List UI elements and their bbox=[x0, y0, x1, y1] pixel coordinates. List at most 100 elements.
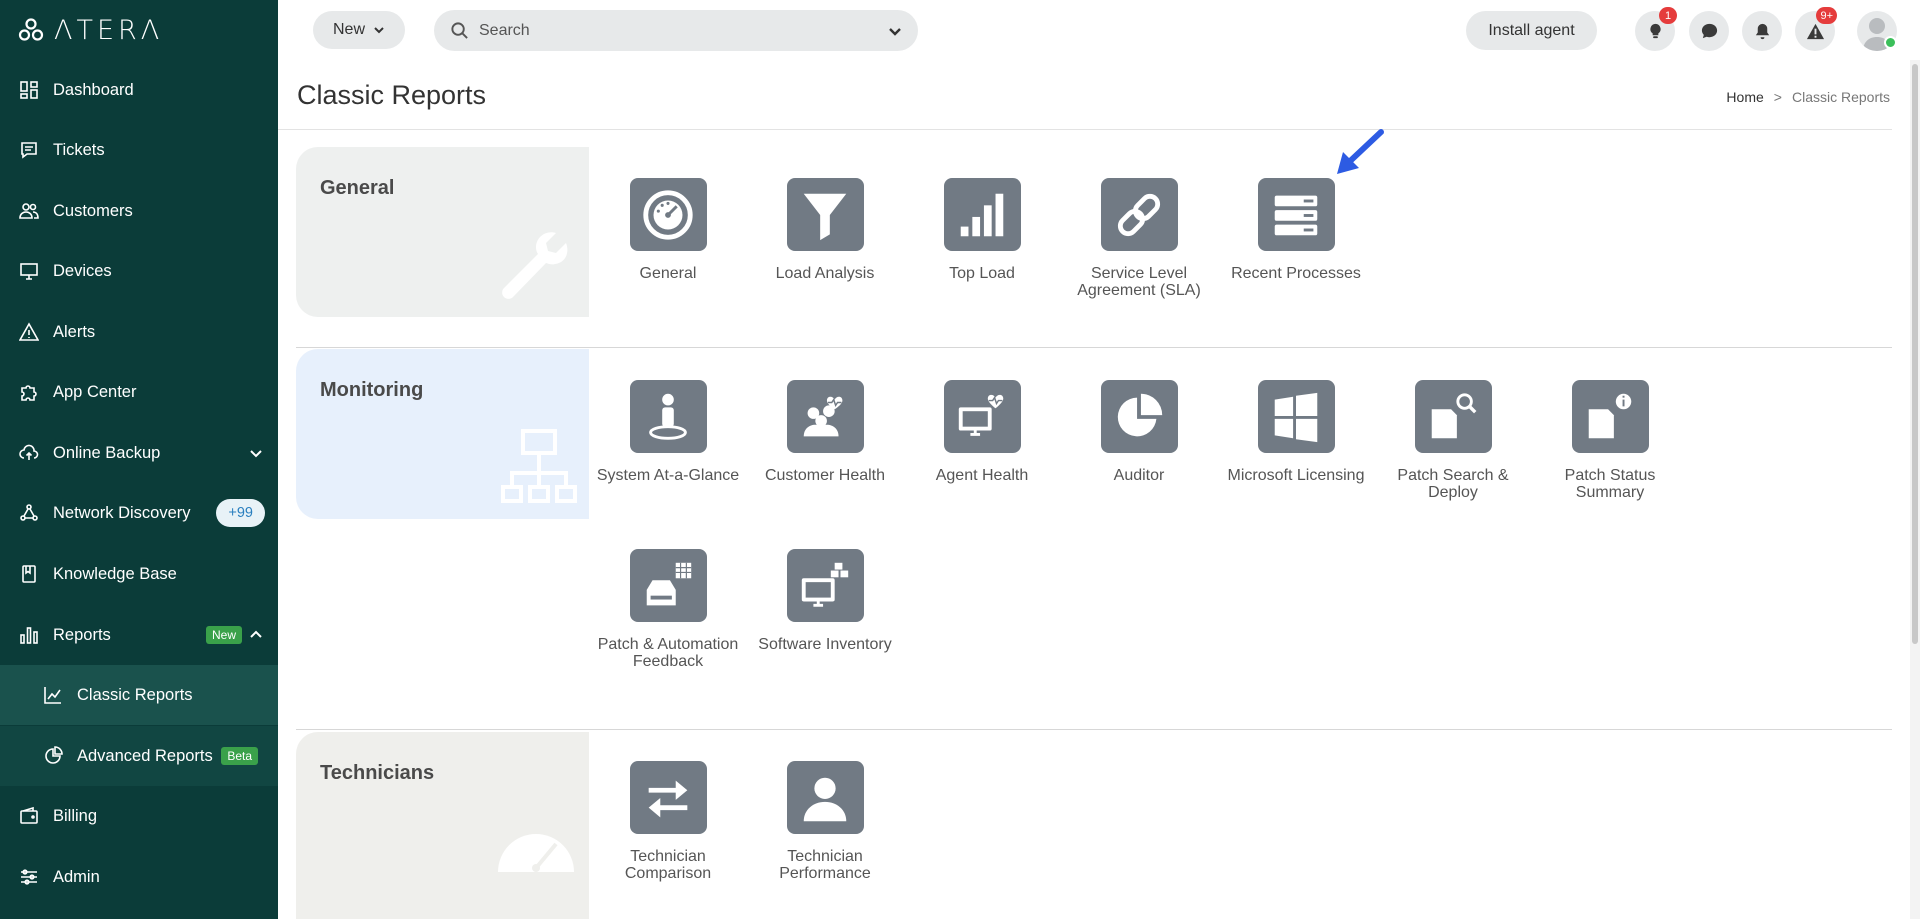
sliders-icon bbox=[18, 866, 40, 888]
sidebar-item-label: Reports bbox=[53, 625, 111, 644]
report-tile-technician-performance[interactable]: Technician Performance bbox=[747, 761, 903, 882]
sidebar-item-label: Admin bbox=[53, 867, 100, 886]
report-tile-auditor[interactable]: Auditor bbox=[1061, 380, 1217, 484]
atera-logo[interactable]: ΛTERΛ bbox=[18, 14, 163, 46]
sidebar-item-label: Tickets bbox=[53, 140, 105, 159]
sidebar-item-label: Network Discovery bbox=[53, 503, 191, 522]
sidebar-item-admin[interactable]: Admin bbox=[0, 847, 278, 907]
bell-icon bbox=[1755, 23, 1769, 39]
search-dropdown-icon[interactable] bbox=[888, 24, 902, 38]
cloud-upload-icon bbox=[18, 442, 40, 464]
alerts-button[interactable]: 9+ bbox=[1795, 7, 1837, 51]
sidebar-item-online-backup[interactable]: Online Backup bbox=[0, 423, 278, 483]
customers-icon bbox=[18, 200, 40, 222]
new-button[interactable]: New bbox=[313, 11, 405, 49]
ticket-icon bbox=[18, 139, 40, 161]
page-scrollbar[interactable] bbox=[1910, 60, 1920, 919]
wallet-icon bbox=[18, 805, 40, 827]
sidebar-item-label: Customers bbox=[53, 201, 133, 220]
search-input[interactable] bbox=[479, 21, 859, 40]
monitor-boxes-icon bbox=[801, 562, 849, 607]
scrollbar-thumb[interactable] bbox=[1912, 64, 1918, 644]
link-icon bbox=[1117, 193, 1161, 236]
report-tile-patch-status-summary[interactable]: Patch Status Summary bbox=[1532, 380, 1688, 501]
report-label: Customer Health bbox=[764, 467, 886, 484]
report-tile-technician-comparison[interactable]: Technician Comparison bbox=[590, 761, 746, 882]
report-label: Software Inventory bbox=[758, 636, 892, 653]
report-label: Patch & Automation Feedback bbox=[597, 636, 739, 670]
wrench-icon bbox=[502, 232, 568, 299]
sidebar-item-label: App Center bbox=[53, 382, 137, 401]
breadcrumb-home[interactable]: Home bbox=[1726, 89, 1763, 105]
report-label: Patch Status Summary bbox=[1564, 467, 1656, 501]
sidebar-item-devices[interactable]: Devices bbox=[0, 241, 278, 301]
section-divider bbox=[296, 729, 1892, 730]
count-badge: +99 bbox=[216, 499, 265, 527]
report-label: Technician Comparison bbox=[624, 848, 712, 882]
sidebar-item-reports[interactable]: Reports New bbox=[0, 605, 278, 665]
sidebar: ΛTERΛ Dashboard Tickets Customers Device… bbox=[0, 0, 278, 919]
sidebar-item-advanced-reports[interactable]: Advanced Reports Beta bbox=[0, 726, 278, 786]
notifications-button[interactable] bbox=[1742, 11, 1782, 51]
report-label: General bbox=[639, 265, 697, 282]
report-tile-agent-health[interactable]: Agent Health bbox=[904, 380, 1060, 484]
sidebar-item-app-center[interactable]: App Center bbox=[0, 362, 278, 422]
report-tile-microsoft-licensing[interactable]: Microsoft Licensing bbox=[1218, 380, 1374, 484]
sidebar-item-label: Billing bbox=[53, 806, 98, 825]
sidebar-item-classic-reports[interactable]: Classic Reports bbox=[0, 665, 278, 725]
breadcrumb-separator: > bbox=[1773, 89, 1782, 105]
network-icon bbox=[18, 502, 40, 524]
report-tile-recent-processes[interactable]: Recent Processes bbox=[1218, 178, 1374, 282]
report-tile-patch-search-deploy[interactable]: Patch Search & Deploy bbox=[1375, 380, 1531, 501]
chat-button[interactable] bbox=[1689, 11, 1729, 51]
chevron-down-icon[interactable] bbox=[248, 445, 264, 461]
beta-badge: Beta bbox=[221, 747, 258, 765]
sidebar-item-label: Classic Reports bbox=[77, 685, 193, 704]
install-agent-button[interactable]: Install agent bbox=[1466, 11, 1597, 50]
section-title: Technicians bbox=[320, 762, 435, 784]
pie-chart-icon bbox=[1117, 393, 1163, 436]
line-chart-icon bbox=[42, 684, 64, 706]
chevron-down-icon bbox=[374, 27, 384, 34]
monitor-heart-icon bbox=[958, 394, 1004, 436]
report-tile-general[interactable]: General bbox=[590, 178, 746, 282]
sidebar-item-network-discovery[interactable]: Network Discovery +99 bbox=[0, 483, 278, 543]
sidebar-item-alerts[interactable]: Alerts bbox=[0, 302, 278, 362]
pointer-arrow-icon bbox=[1337, 129, 1384, 174]
report-label: Recent Processes bbox=[1231, 265, 1361, 282]
puzzle-icon bbox=[18, 381, 40, 403]
section-title: Monitoring bbox=[320, 379, 424, 401]
report-tile-software-inventory[interactable]: Software Inventory bbox=[747, 549, 903, 653]
report-tile-sla[interactable]: Service Level Agreement (SLA) bbox=[1061, 178, 1217, 299]
report-tile-system-at-a-glance[interactable]: System At-a-Glance bbox=[590, 380, 746, 484]
sidebar-item-label: Advanced Reports bbox=[77, 746, 213, 765]
report-tile-load-analysis[interactable]: Load Analysis bbox=[747, 178, 903, 282]
sidebar-item-dashboard[interactable]: Dashboard bbox=[0, 60, 278, 120]
sidebar-item-tickets[interactable]: Tickets bbox=[0, 120, 278, 180]
search-bar[interactable] bbox=[434, 10, 918, 51]
document-search-icon bbox=[1431, 392, 1477, 438]
report-tile-patch-automation-feedback[interactable]: Patch & Automation Feedback bbox=[590, 549, 746, 670]
tips-button[interactable]: 1 bbox=[1635, 7, 1677, 51]
report-tile-top-load[interactable]: Top Load bbox=[904, 178, 1060, 282]
report-label: Microsoft Licensing bbox=[1227, 467, 1365, 484]
section-divider bbox=[296, 347, 1892, 348]
online-status-dot bbox=[1884, 36, 1897, 49]
sidebar-item-customers[interactable]: Customers bbox=[0, 181, 278, 241]
chevron-up-icon[interactable] bbox=[248, 627, 264, 643]
section-general-panel: General bbox=[296, 147, 589, 317]
sidebar-item-knowledge-base[interactable]: Knowledge Base bbox=[0, 544, 278, 604]
sidebar-item-label: Online Backup bbox=[53, 443, 161, 462]
gauge-icon bbox=[643, 189, 693, 240]
report-label: System At-a-Glance bbox=[596, 467, 740, 484]
server-list-icon bbox=[1274, 195, 1318, 235]
sidebar-item-billing[interactable]: Billing bbox=[0, 786, 278, 846]
drive-table-icon bbox=[646, 562, 692, 605]
tips-badge: 1 bbox=[1659, 7, 1677, 24]
report-tile-customer-health[interactable]: Customer Health bbox=[747, 380, 903, 484]
lightbulb-icon bbox=[1649, 23, 1661, 38]
chat-icon bbox=[1701, 23, 1717, 38]
logo-icon bbox=[18, 18, 44, 41]
monitor-icon bbox=[18, 260, 40, 282]
sidebar-item-label: Knowledge Base bbox=[53, 564, 177, 583]
